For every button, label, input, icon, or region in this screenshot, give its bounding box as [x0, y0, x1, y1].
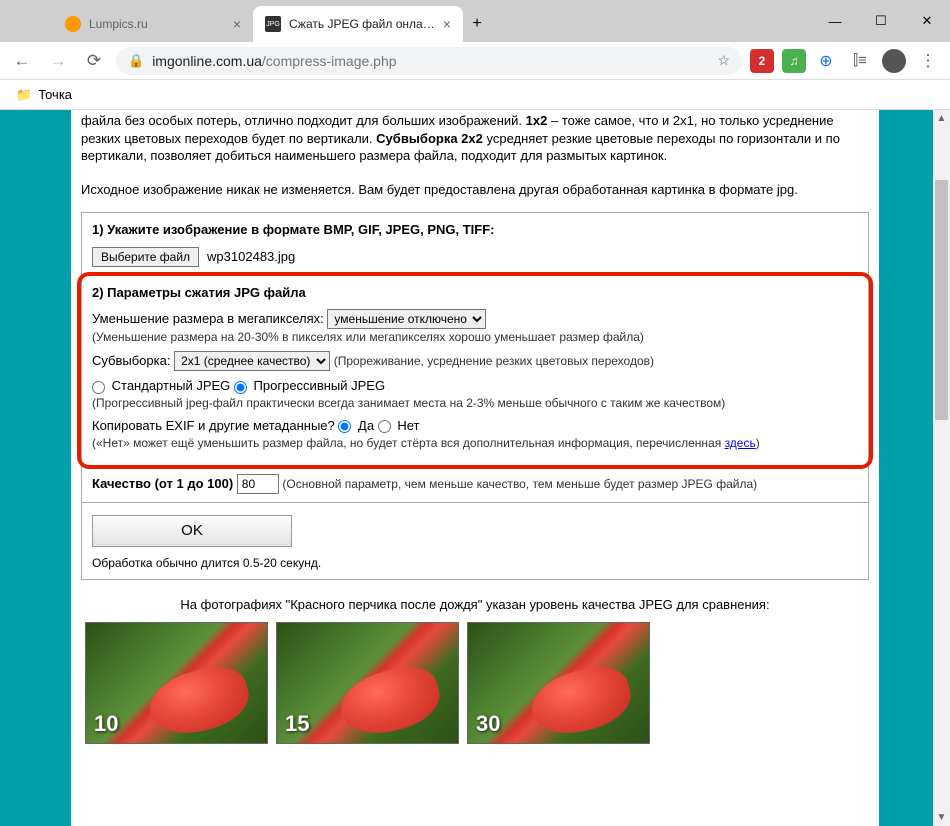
- sample-thumb: 10: [85, 622, 268, 744]
- tab-strip: Lumpics.ru × JPG Сжать JPEG файл онлайн …: [53, 6, 491, 42]
- quality-label: Качество (от 1 до 100): [92, 476, 233, 491]
- exif-link[interactable]: здесь: [725, 436, 756, 450]
- section-params: 2) Параметры сжатия JPG файла Уменьшение…: [82, 275, 869, 465]
- window-controls: — ☐ ✕: [812, 0, 950, 42]
- playlist-icon[interactable]: ⫿≡: [846, 47, 874, 75]
- close-icon[interactable]: ×: [233, 16, 241, 32]
- menu-button[interactable]: ⋮: [914, 47, 942, 75]
- jpeg-std-option[interactable]: Стандартный JPEG: [92, 378, 230, 393]
- mp-label: Уменьшение размера в мегапикселях:: [92, 311, 324, 326]
- sub-label: Субвыборка:: [92, 353, 170, 368]
- extension-icon[interactable]: ⊕: [814, 49, 838, 73]
- tab-title: Сжать JPEG файл онлайн - IMG: [289, 17, 435, 31]
- reload-button[interactable]: ⟳: [80, 47, 108, 75]
- section-title: 2) Параметры сжатия JPG файла: [92, 284, 858, 302]
- page-content: файла без особых потерь, отлично подходи…: [71, 110, 879, 826]
- scroll-down-icon[interactable]: ▼: [933, 809, 950, 826]
- extension-icon[interactable]: 2: [750, 49, 774, 73]
- sub-hint: (Прореживание, усреднение резких цветовы…: [334, 354, 654, 368]
- page-viewport: файла без особых потерь, отлично подходи…: [0, 110, 950, 826]
- favicon-icon: [65, 16, 81, 32]
- new-tab-button[interactable]: +: [463, 6, 491, 42]
- intro-text: файла без особых потерь, отлично подходи…: [81, 110, 869, 173]
- exif-label: Копировать EXIF и другие метаданные?: [92, 418, 335, 433]
- gallery: 10 15 30: [81, 622, 869, 744]
- form-table: 1) Укажите изображение в формате BMP, GI…: [81, 212, 869, 580]
- tab-title: Lumpics.ru: [89, 17, 225, 31]
- back-button[interactable]: ←: [8, 47, 36, 75]
- bookmark-item[interactable]: Точка: [38, 87, 72, 102]
- gallery-caption: На фотографиях "Красного перчика после д…: [81, 596, 869, 614]
- quality-hint: (Основной параметр, чем меньше качество,…: [282, 477, 757, 491]
- sample-thumb: 15: [276, 622, 459, 744]
- quality-input[interactable]: [237, 474, 279, 494]
- bookmark-star-icon[interactable]: ☆: [717, 52, 730, 69]
- minimize-button[interactable]: —: [812, 0, 858, 42]
- close-button[interactable]: ✕: [904, 0, 950, 42]
- section-submit: OK Обработка обычно длится 0.5-20 секунд…: [82, 502, 869, 579]
- profile-avatar[interactable]: [882, 49, 906, 73]
- section-quality: Качество (от 1 до 100) (Основной парамет…: [82, 465, 869, 502]
- ok-button[interactable]: OK: [92, 515, 292, 547]
- sub-select[interactable]: 2x1 (среднее качество): [174, 351, 330, 371]
- bookmark-bar: 📁 Точка: [0, 80, 950, 110]
- jpeg-prog-option[interactable]: Прогрессивный JPEG: [234, 378, 385, 393]
- mp-select[interactable]: уменьшение отключено: [327, 309, 486, 329]
- favicon-icon: JPG: [265, 16, 281, 32]
- exif-yes-option[interactable]: Да: [338, 418, 374, 433]
- sample-thumb: 30: [467, 622, 650, 744]
- url-host: imgonline.com.ua/compress-image.php: [152, 53, 396, 69]
- note-text: Исходное изображение никак не изменяется…: [81, 181, 869, 199]
- file-name: wp3102483.jpg: [207, 248, 295, 266]
- scroll-thumb[interactable]: [935, 180, 948, 420]
- ok-hint: Обработка обычно длится 0.5-20 секунд.: [92, 555, 858, 571]
- maximize-button[interactable]: ☐: [858, 0, 904, 42]
- jpeg-hint: (Прогрессивный jpeg-файл практически все…: [92, 395, 858, 411]
- scrollbar[interactable]: ▲ ▼: [933, 110, 950, 826]
- exif-hint: («Нет» может ещё уменьшить размер файла,…: [92, 435, 858, 451]
- mp-hint: (Уменьшение размера на 20-30% в пикселях…: [92, 329, 858, 345]
- lock-icon: 🔒: [128, 53, 144, 69]
- window-titlebar: Lumpics.ru × JPG Сжать JPEG файл онлайн …: [0, 0, 950, 42]
- section-file: 1) Укажите изображение в формате BMP, GI…: [82, 213, 869, 276]
- tab-active[interactable]: JPG Сжать JPEG файл онлайн - IMG ×: [253, 6, 463, 42]
- section-title: 1) Укажите изображение в формате BMP, GI…: [92, 221, 858, 239]
- scroll-up-icon[interactable]: ▲: [933, 110, 950, 127]
- tab-inactive[interactable]: Lumpics.ru ×: [53, 6, 253, 42]
- extension-icon[interactable]: ♫: [782, 49, 806, 73]
- exif-no-option[interactable]: Нет: [378, 418, 420, 433]
- choose-file-button[interactable]: Выберите файл: [92, 247, 199, 267]
- folder-icon: 📁: [16, 87, 32, 103]
- forward-button[interactable]: →: [44, 47, 72, 75]
- close-icon[interactable]: ×: [443, 16, 451, 32]
- address-bar[interactable]: 🔒 imgonline.com.ua/compress-image.php ☆: [116, 47, 742, 75]
- browser-toolbar: ← → ⟳ 🔒 imgonline.com.ua/compress-image.…: [0, 42, 950, 80]
